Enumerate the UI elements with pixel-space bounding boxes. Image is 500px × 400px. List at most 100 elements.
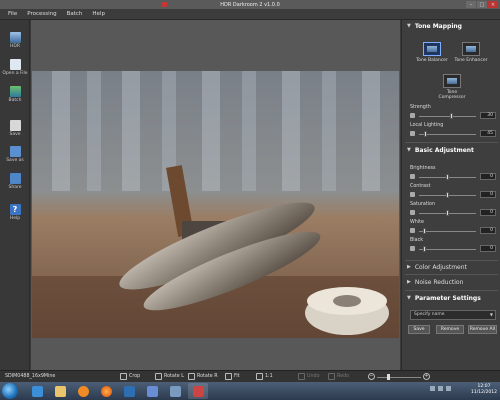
zoom-in-icon[interactable]: + [423,373,430,380]
batch-label: Batch [8,98,22,103]
actual-size-button[interactable]: 1:1 [256,373,273,380]
slider-thumb[interactable] [423,228,426,234]
folder-icon [54,385,66,397]
slider-thumb[interactable] [446,210,449,216]
redo-button[interactable]: Redo [328,373,349,380]
saturation-slider[interactable]: 0 [410,209,496,217]
tone-balancer-icon [423,42,441,56]
save-icon [9,120,21,131]
contrast-label: Contrast [410,184,431,189]
taskbar-photos[interactable] [142,383,162,399]
save-button[interactable]: Save [2,118,28,142]
slider-track [419,249,476,250]
hdr-button[interactable]: HDR [2,30,28,54]
brightness-slider[interactable]: 0 [410,173,496,181]
help-label: Help [9,216,21,221]
slider-thumb[interactable] [446,192,449,198]
strength-label: Strength [410,105,431,110]
color-adjustment-header[interactable]: ▶ Color Adjustment [402,261,500,273]
help-button[interactable]: ? Help [2,202,28,226]
preset-remove-all-button[interactable]: Remove All [468,325,497,334]
black-slider[interactable]: 0 [410,245,496,253]
taskbar-media-player[interactable] [73,383,93,399]
menu-batch[interactable]: Batch [67,11,83,17]
system-tray [430,386,451,391]
share-button[interactable]: Share [2,171,28,195]
tone-compressor-icon [443,74,461,88]
menu-file[interactable]: File [8,11,17,17]
taskbar-hdr-darkroom[interactable] [188,383,208,399]
contrast-value[interactable]: 0 [480,191,496,198]
zoom-thumb[interactable] [387,374,390,380]
crop-button[interactable]: Crop [120,373,140,380]
network-icon[interactable] [430,386,435,391]
preset-save-button[interactable]: Save [408,325,430,334]
menu-help[interactable]: Help [92,11,105,17]
redo-label: Redo [337,374,350,379]
tone-enhancer-button[interactable]: Tone Enhancer [454,42,488,63]
tone-mapping-header[interactable]: ▼ Tone Mapping [402,20,500,32]
share-icon [9,173,21,184]
batch-button[interactable]: Batch [2,84,28,108]
file-name: SDIM0488_16x9Mine [5,374,56,379]
white-label: White [410,220,424,225]
open-file-button[interactable]: Open a File [2,57,28,81]
menu-processing[interactable]: Processing [27,11,56,17]
taskbar-explorer[interactable] [27,383,47,399]
save-as-button[interactable]: Save as [2,144,28,168]
slider-thumb[interactable] [446,174,449,180]
help-icon: ? [9,204,21,215]
preset-name-dropdown[interactable]: Specify name ▼ [410,310,496,320]
rotate-left-button[interactable]: Rotate L [155,373,184,380]
notification-icon[interactable] [446,386,451,391]
start-button[interactable] [2,383,18,399]
slider-track [419,134,476,135]
noise-reduction-header[interactable]: ▶ Noise Reduction [402,276,500,288]
undo-button[interactable]: Undo [298,373,320,380]
zoom-out-icon[interactable]: − [368,373,375,380]
strength-slider[interactable]: 30 [410,112,496,120]
divider [405,290,498,291]
redo-icon [328,373,335,380]
tone-balancer-button[interactable]: Tone Balancer [415,42,449,63]
local-lighting-slider[interactable]: 45 [410,130,496,138]
explorer-icon [31,385,43,397]
volume-icon[interactable] [438,386,443,391]
rotate-right-button[interactable]: Rotate R [188,373,218,380]
saturation-value[interactable]: 0 [480,209,496,216]
maximize-button[interactable]: □ [477,1,487,8]
taskbar-folder[interactable] [50,383,70,399]
local-lighting-value[interactable]: 45 [480,130,496,137]
black-icon [410,246,415,251]
brightness-value[interactable]: 0 [480,173,496,180]
fit-button[interactable]: Fit [225,373,240,380]
clock[interactable]: 12:07 11/12/2012 [470,384,498,396]
preset-name-placeholder: Specify name [414,312,445,317]
left-toolbar: HDR Open a File Batch Save Save as Share… [0,20,30,370]
close-button[interactable]: × [488,1,498,8]
black-value[interactable]: 0 [480,245,496,252]
taskbar-app2[interactable] [165,383,185,399]
contrast-slider[interactable]: 0 [410,191,496,199]
tone-balancer-label: Tone Balancer [416,58,448,63]
strength-value[interactable]: 30 [480,112,496,119]
color-adjustment-title: Color Adjustment [414,263,467,271]
slider-thumb[interactable] [450,113,453,119]
white-slider[interactable]: 0 [410,227,496,235]
parameter-settings-header[interactable]: ▼ Parameter Settings [402,292,500,304]
minimize-button[interactable]: – [466,1,476,8]
taskbar-firefox[interactable] [96,383,116,399]
slider-thumb[interactable] [424,131,427,137]
preset-remove-button[interactable]: Remove [436,325,464,334]
photo[interactable] [32,71,399,338]
zoom-slider[interactable]: − + [368,373,430,381]
taskbar-app[interactable] [119,383,139,399]
slider-thumb[interactable] [423,246,426,252]
chevron-down-icon: ▼ [489,312,493,317]
basic-adjustment-header[interactable]: ▼ Basic Adjustment [402,144,500,156]
image-canvas[interactable] [31,20,400,370]
fit-icon [225,373,232,380]
white-value[interactable]: 0 [480,227,496,234]
tone-enhancer-icon [462,42,480,56]
tone-compressor-button[interactable]: Tone Compressor [435,74,469,100]
